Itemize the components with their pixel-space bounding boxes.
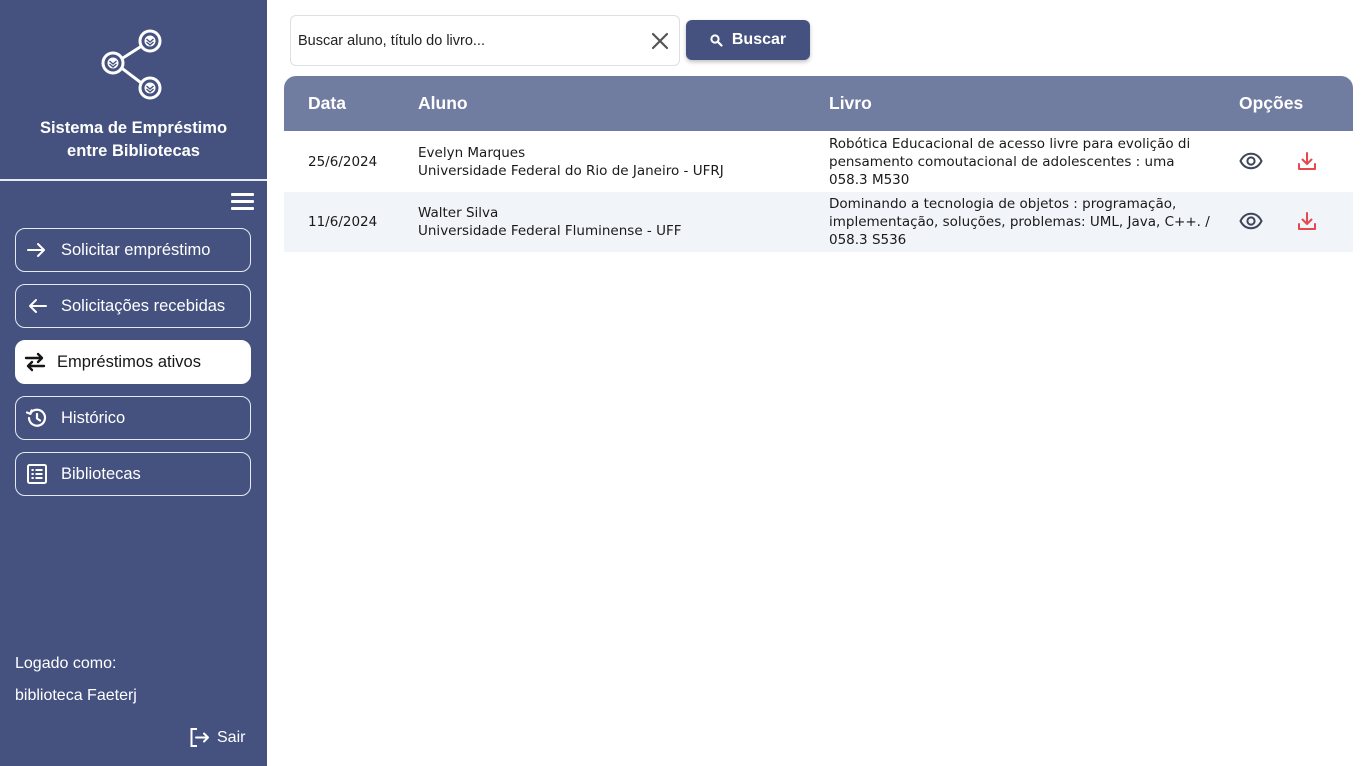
view-icon[interactable] [1239, 149, 1263, 173]
cell-student: Walter Silva Universidade Federal Flumin… [418, 204, 682, 240]
sidebar-item-bibliotecas[interactable]: Bibliotecas [15, 452, 251, 496]
cell-book: Dominando a tecnologia de objetos : prog… [829, 195, 1210, 249]
book-title-line1: Robótica Educacional de acesso livre par… [829, 136, 1191, 152]
book-title-line2: pensamento comoutacional de adolescentes… [829, 154, 1175, 170]
share-logo-icon [101, 29, 162, 100]
student-institution: Universidade Federal do Rio de Janeiro -… [418, 163, 724, 179]
cell-student: Evelyn Marques Universidade Federal do R… [418, 144, 724, 180]
search-input[interactable] [298, 30, 638, 52]
loans-table: Data Aluno Livro Opções 25/6/2024 Evelyn… [284, 76, 1353, 252]
cell-date: 11/6/2024 [308, 214, 378, 230]
sidebar-item-label: Empréstimos ativos [57, 352, 201, 371]
app-title: Sistema de Empréstimo entre Bibliotecas [0, 117, 267, 163]
book-call-number: 058.3 M530 [829, 172, 910, 188]
book-title-line2: implementação, soluções, problemas: UML,… [829, 214, 1210, 230]
header-book: Livro [829, 93, 872, 113]
table-row: 25/6/2024 Evelyn Marques Universidade Fe… [284, 131, 1353, 192]
brand-header: Sistema de Empréstimo entre Bibliotecas [0, 0, 267, 179]
sidebar: Sistema de Empréstimo entre Bibliotecas … [0, 0, 267, 766]
download-icon[interactable] [1297, 211, 1317, 231]
logout-icon [190, 728, 209, 747]
list-icon [25, 462, 49, 486]
book-call-number: 058.3 S536 [829, 232, 907, 248]
table-row: 11/6/2024 Walter Silva Universidade Fede… [284, 192, 1353, 252]
search-icon [710, 33, 723, 47]
app-title-line1: Sistema de Empréstimo [39, 119, 228, 137]
book-title-line1: Dominando a tecnologia de objetos : prog… [829, 196, 1177, 212]
logged-user-name: biblioteca Faeterj [15, 687, 137, 704]
sidebar-item-label: Solicitações recebidas [61, 296, 226, 315]
sidebar-item-label: Solicitar empréstimo [61, 240, 211, 259]
sidebar-item-label: Histórico [61, 408, 126, 427]
student-name: Evelyn Marques [418, 145, 526, 161]
hamburger-menu-icon[interactable] [231, 193, 254, 210]
arrow-left-icon [25, 294, 49, 318]
sidebar-item-solicitacoes-recebidas[interactable]: Solicitações recebidas [15, 284, 251, 328]
download-icon[interactable] [1297, 151, 1317, 171]
sidebar-divider [0, 179, 267, 181]
cell-book: Robótica Educacional de acesso livre par… [829, 135, 1190, 189]
history-icon [25, 406, 49, 430]
sidebar-item-label: Bibliotecas [61, 464, 141, 483]
sidebar-item-solicitar-emprestimo[interactable]: Solicitar empréstimo [15, 228, 251, 272]
cell-date: 25/6/2024 [308, 154, 378, 170]
header-student: Aluno [418, 93, 468, 113]
arrow-right-icon [25, 238, 49, 262]
search-button-label: Buscar [731, 31, 787, 48]
search-button[interactable]: Buscar [686, 20, 810, 60]
swap-arrows-icon [23, 350, 47, 374]
app-title-line2: entre Bibliotecas [67, 142, 200, 160]
student-institution: Universidade Federal Fluminense - UFF [418, 223, 682, 239]
header-options: Opções [1239, 93, 1304, 113]
logged-as-label: Logado como: [15, 655, 117, 672]
header-date: Data [308, 93, 346, 113]
logout-label: Sair [217, 728, 246, 746]
table-header: Data Aluno Livro Opções [284, 76, 1353, 131]
student-name: Walter Silva [418, 205, 499, 221]
sidebar-item-emprestimos-ativos[interactable]: Empréstimos ativos [15, 340, 251, 384]
search-box [290, 15, 680, 66]
sidebar-item-historico[interactable]: Histórico [15, 396, 251, 440]
clear-search-icon[interactable] [651, 32, 669, 50]
logout-button[interactable]: Sair [189, 727, 245, 748]
view-icon[interactable] [1239, 209, 1263, 233]
